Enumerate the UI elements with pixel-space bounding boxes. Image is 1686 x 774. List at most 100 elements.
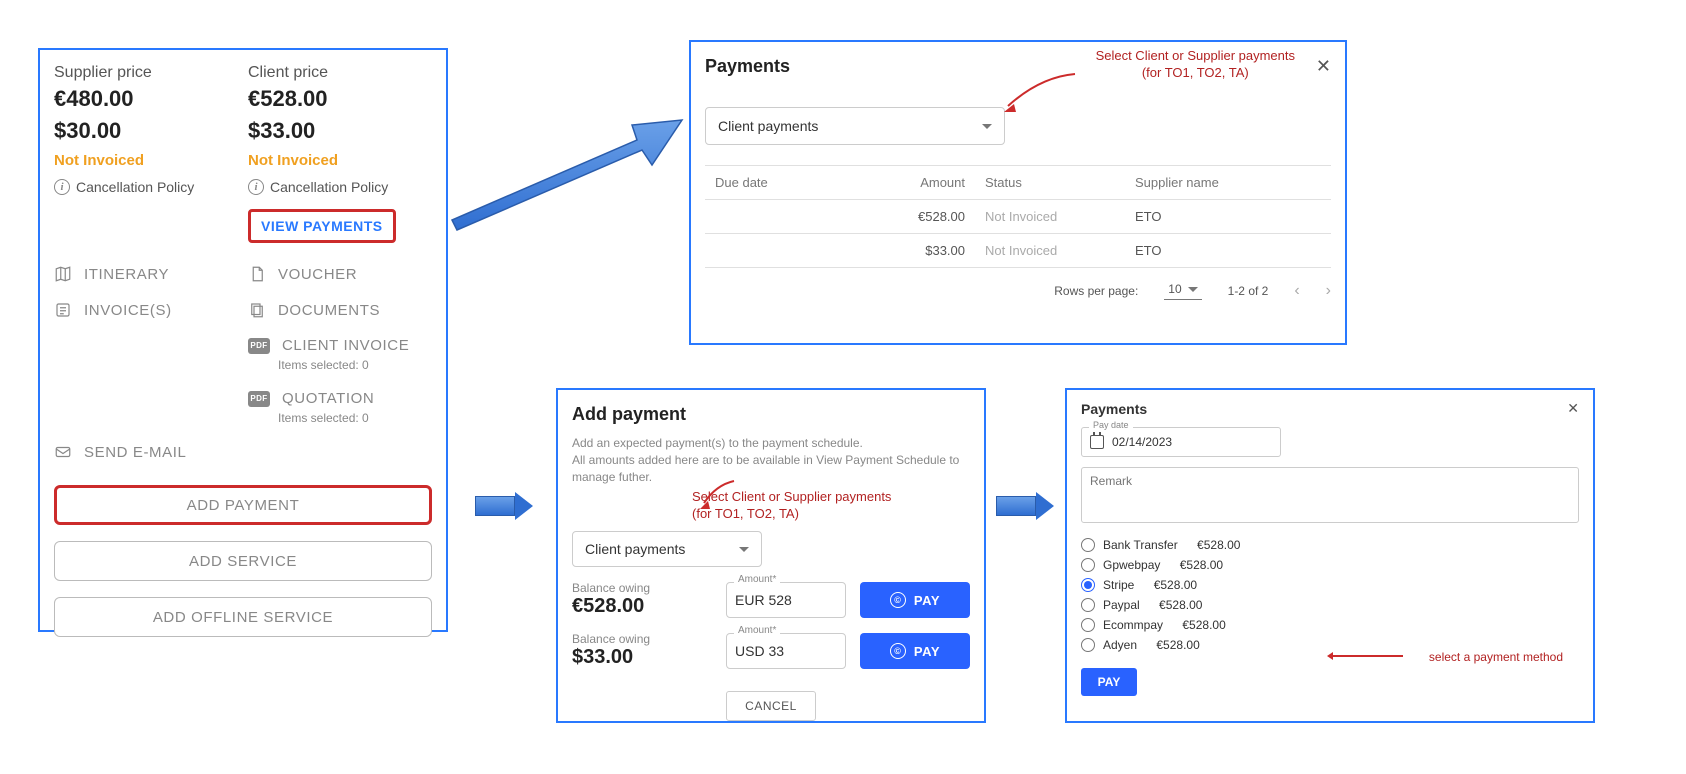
- dialog-title: Payments: [1081, 401, 1147, 417]
- pay-button[interactable]: © PAY: [860, 582, 970, 618]
- remark-input[interactable]: [1081, 467, 1579, 523]
- voucher-link[interactable]: VOUCHER: [248, 265, 432, 283]
- pay-date-input[interactable]: 02/14/2023: [1081, 427, 1281, 457]
- table-header: Due date Amount Status Supplier name: [705, 166, 1331, 200]
- client-cancellation-link[interactable]: i Cancellation Policy: [248, 179, 432, 195]
- pdf-icon: PDF: [248, 391, 270, 407]
- client-col: Client price €528.00 $33.00 Not Invoiced…: [248, 64, 432, 243]
- document-icon: [248, 265, 266, 283]
- add-offline-service-button[interactable]: ADD OFFLINE SERVICE: [54, 597, 432, 637]
- balance-owing-value: €528.00: [572, 595, 712, 618]
- supplier-price-label: Supplier price: [54, 64, 238, 82]
- radio-icon: [1081, 558, 1095, 572]
- amount-label: Amount*: [734, 625, 780, 636]
- page-range: 1-2 of 2: [1228, 284, 1269, 298]
- chevron-down-icon: [1188, 287, 1198, 292]
- col-due-date: Due date: [705, 175, 875, 190]
- select-value: Client payments: [718, 118, 818, 134]
- invoices-link[interactable]: INVOICE(S): [54, 301, 238, 319]
- itinerary-label: ITINERARY: [84, 266, 169, 283]
- supplier-price-usd: $30.00: [54, 118, 238, 144]
- payment-method-options: Bank Transfer €528.00 Gpwebpay €528.00 S…: [1081, 538, 1579, 652]
- annotation: select a payment method: [1429, 650, 1563, 664]
- list-icon: [54, 301, 72, 319]
- client-invoice-sub: Items selected: 0: [278, 358, 432, 372]
- client-price-label: Client price: [248, 64, 432, 82]
- documents-link[interactable]: DOCUMENTS: [248, 301, 432, 319]
- pdf-icon: PDF: [248, 338, 270, 354]
- payment-type-select[interactable]: Client payments: [705, 107, 1005, 145]
- next-page-button[interactable]: ›: [1326, 282, 1331, 300]
- close-icon[interactable]: ✕: [1316, 56, 1331, 77]
- table-row[interactable]: $33.00 Not Invoiced ETO: [705, 234, 1331, 268]
- annotation-arrow-icon: [698, 479, 738, 509]
- pay-date-value: 02/14/2023: [1112, 435, 1172, 449]
- map-icon: [54, 265, 72, 283]
- add-service-button[interactable]: ADD SERVICE: [54, 541, 432, 581]
- documents-label: DOCUMENTS: [278, 302, 380, 319]
- rows-per-page-select[interactable]: 10: [1164, 282, 1201, 300]
- cancel-button[interactable]: CANCEL: [726, 691, 816, 721]
- voucher-label: VOUCHER: [278, 266, 357, 283]
- col-supplier: Supplier name: [1135, 175, 1331, 190]
- quotation-label: QUOTATION: [282, 390, 374, 407]
- payment-method-bank-transfer[interactable]: Bank Transfer €528.00: [1081, 538, 1579, 552]
- supplier-price-eur: €480.00: [54, 86, 238, 112]
- close-icon[interactable]: ✕: [1567, 400, 1579, 417]
- pay-date-label: Pay date: [1089, 420, 1133, 430]
- amount-label: Amount*: [734, 574, 780, 585]
- pay-button[interactable]: PAY: [1081, 668, 1137, 696]
- supplier-status: Not Invoiced: [54, 152, 238, 169]
- payment-method-ecommpay[interactable]: Ecommpay €528.00: [1081, 618, 1579, 632]
- annotation-arrow-icon: [1000, 72, 1080, 112]
- payment-method-paypal[interactable]: Paypal €528.00: [1081, 598, 1579, 612]
- send-email-link[interactable]: SEND E-MAIL: [54, 443, 432, 461]
- radio-icon: [1081, 598, 1095, 612]
- client-price-eur: €528.00: [248, 86, 432, 112]
- dialog-title: Payments: [705, 56, 790, 77]
- client-status: Not Invoiced: [248, 152, 432, 169]
- payments-table: Due date Amount Status Supplier name €52…: [705, 165, 1331, 268]
- col-status: Status: [985, 175, 1135, 190]
- supplier-cancellation-link[interactable]: i Cancellation Policy: [54, 179, 238, 195]
- balance-owing-label: Balance owing: [572, 581, 712, 595]
- balance-owing-value: $33.00: [572, 646, 712, 669]
- pay-icon: ©: [890, 643, 906, 659]
- send-email-label: SEND E-MAIL: [84, 444, 186, 461]
- pay-icon: ©: [890, 592, 906, 608]
- dialog-title: Add payment: [572, 404, 970, 425]
- add-payment-button[interactable]: ADD PAYMENT: [54, 485, 432, 525]
- pay-button[interactable]: © PAY: [860, 633, 970, 669]
- client-invoice-link[interactable]: PDF CLIENT INVOICE: [248, 337, 432, 354]
- payment-method-gpwebpay[interactable]: Gpwebpay €528.00: [1081, 558, 1579, 572]
- dialog-description: Add an expected payment(s) to the paymen…: [572, 435, 970, 485]
- chevron-down-icon: [982, 124, 992, 129]
- prev-page-button[interactable]: ‹: [1294, 282, 1299, 300]
- rows-per-page-label: Rows per page:: [1054, 284, 1138, 298]
- payment-method-dialog: Payments ✕ Pay date 02/14/2023 Bank Tran…: [1065, 388, 1595, 723]
- calendar-icon: [1090, 435, 1104, 449]
- quotation-link[interactable]: PDF QUOTATION: [248, 390, 432, 407]
- table-row[interactable]: €528.00 Not Invoiced ETO: [705, 200, 1331, 234]
- invoices-label: INVOICE(S): [84, 302, 172, 319]
- amount-input[interactable]: [726, 633, 846, 669]
- radio-icon: [1081, 578, 1095, 592]
- view-payments-button[interactable]: VIEW PAYMENTS: [248, 209, 396, 243]
- info-icon: i: [248, 179, 264, 195]
- summary-panel: Supplier price €480.00 $30.00 Not Invoic…: [38, 48, 448, 632]
- radio-icon: [1081, 638, 1095, 652]
- payment-type-select[interactable]: Client payments: [572, 531, 762, 567]
- add-payment-dialog: Add payment Add an expected payment(s) t…: [556, 388, 986, 723]
- balance-owing-label: Balance owing: [572, 632, 712, 646]
- radio-icon: [1081, 618, 1095, 632]
- supplier-col: Supplier price €480.00 $30.00 Not Invoic…: [54, 64, 238, 243]
- amount-input[interactable]: [726, 582, 846, 618]
- flow-arrow-icon: [447, 115, 687, 235]
- client-invoice-label: CLIENT INVOICE: [282, 337, 409, 354]
- annotation: Select Client or Supplier payments (for …: [1096, 48, 1295, 82]
- chevron-down-icon: [739, 547, 749, 552]
- client-price-usd: $33.00: [248, 118, 432, 144]
- radio-icon: [1081, 538, 1095, 552]
- payment-method-stripe[interactable]: Stripe €528.00: [1081, 578, 1579, 592]
- itinerary-link[interactable]: ITINERARY: [54, 265, 238, 283]
